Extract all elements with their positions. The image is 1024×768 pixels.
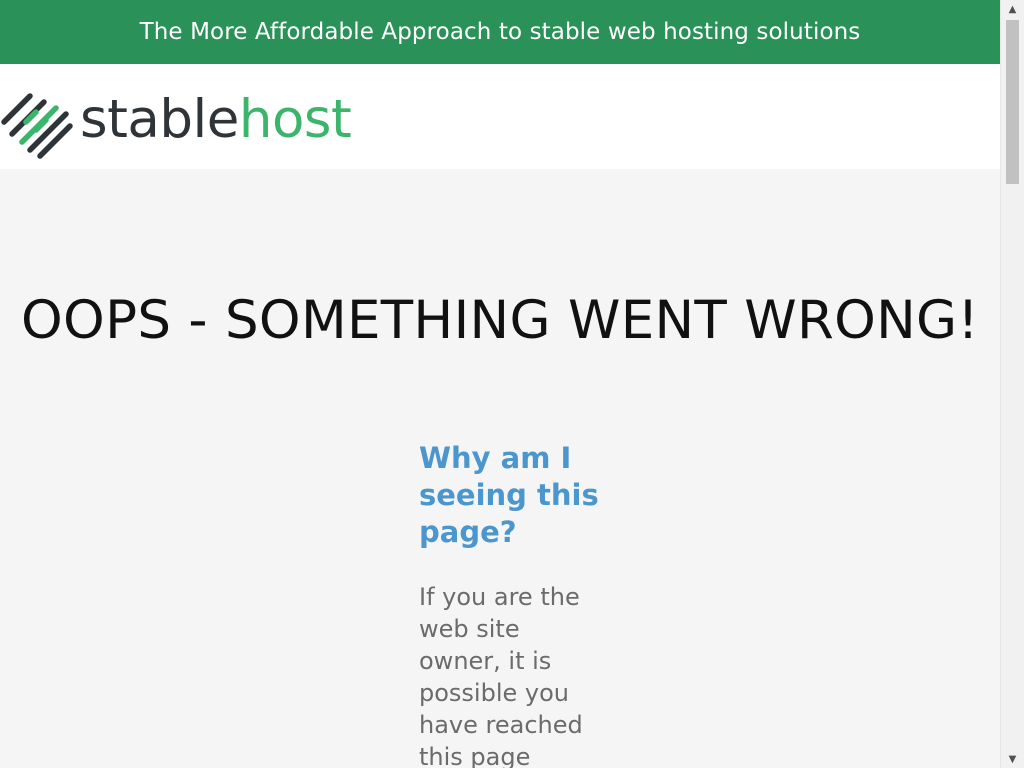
explanation-text: If you are the web site owner, it is pos…	[419, 583, 583, 768]
page: The More Affordable Approach to stable w…	[0, 0, 1000, 768]
scrollbar-thumb[interactable]	[1006, 20, 1019, 184]
announcement-text: The More Affordable Approach to stable w…	[139, 19, 861, 45]
site-header: stablehost	[0, 64, 1000, 169]
logo-word-host: host	[238, 88, 352, 150]
explanation-heading: Why am I seeing this page?	[419, 441, 599, 549]
explanation-section: Why am I seeing this page? If you are th…	[419, 440, 609, 768]
stablehost-logo-icon	[1, 93, 73, 159]
triangle-down-icon[interactable]: ▼	[1001, 750, 1024, 768]
logo-wordmark: stablehost	[80, 93, 352, 146]
triangle-up-icon[interactable]: ▲	[1001, 0, 1024, 18]
logo-word-stable: stable	[80, 88, 239, 150]
announcement-bar: The More Affordable Approach to stable w…	[0, 0, 1000, 64]
error-headline: OOPS - SOMETHING WENT WRONG!	[21, 290, 979, 351]
vertical-scrollbar[interactable]: ▲ ▼	[1000, 0, 1024, 768]
stablehost-logo[interactable]: stablehost	[0, 82, 352, 162]
